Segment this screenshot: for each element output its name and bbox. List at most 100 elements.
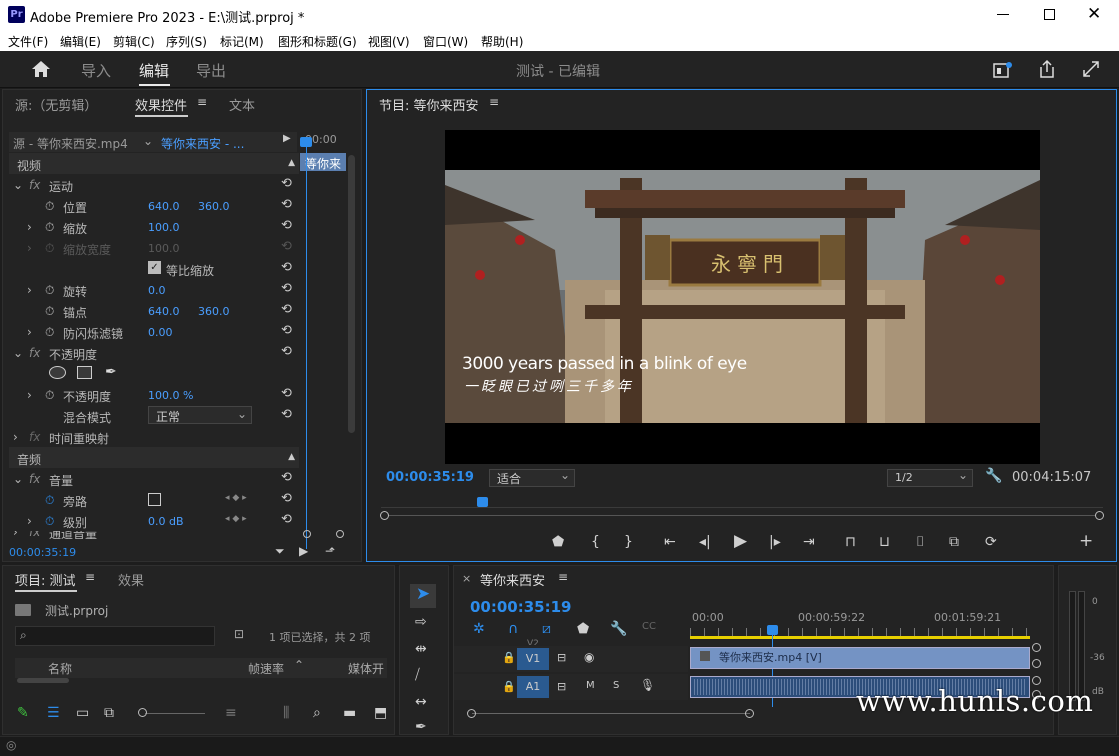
menu-window[interactable]: 窗口(W) [423,33,468,50]
sort-ascending-icon[interactable]: ⌃ [294,658,304,672]
column-fps[interactable]: 帧速率 [248,660,284,677]
zoom-handle-right[interactable] [336,530,344,538]
minimize-icon[interactable] [997,14,1009,15]
scrub-start-handle[interactable] [380,511,389,520]
extract-icon[interactable]: ⊔ [879,534,890,550]
tab-source[interactable]: 源:（无剪辑） [15,95,97,114]
tab-text[interactable]: 文本 [229,95,255,114]
timeline-horizontal-scrollbar[interactable] [472,713,750,714]
tab-project[interactable]: 项目: 测试 [15,570,76,589]
close-icon[interactable]: ✕ [1087,4,1101,24]
quick-export-icon[interactable] [993,61,1013,79]
panel-menu-icon[interactable]: ≡ [558,570,568,584]
solo-button[interactable]: S [613,680,619,691]
program-monitor-title[interactable]: 节目: 等你来西安 [379,95,479,114]
effect-volume[interactable]: ⌄ fx 音量 ⟲ [13,468,298,489]
program-playhead[interactable] [477,497,489,507]
tab-edit[interactable]: 编辑 [139,60,169,81]
scroll-handle-left[interactable] [467,709,476,718]
scrollbar[interactable] [348,155,355,433]
scrub-end-handle[interactable] [1095,511,1104,520]
maximize-icon[interactable] [1044,9,1055,20]
new-bin-from-search-icon[interactable]: ⊡ [234,627,244,641]
mini-playhead-head[interactable] [300,137,312,147]
panel-menu-icon[interactable]: ≡ [85,570,95,584]
comparison-view-icon[interactable]: ⧉ [949,534,959,550]
ripple-edit-tool-icon[interactable]: ⇹ [415,641,427,657]
horizontal-scrollbar[interactable] [17,678,69,683]
bypass-checkbox[interactable] [148,493,161,506]
menu-file[interactable]: 文件(F) [8,33,48,50]
zoom-slider[interactable] [145,713,205,714]
captions-icon[interactable]: CC [642,621,656,632]
mark-out-icon[interactable]: } [624,534,633,550]
mark-in-icon[interactable]: { [591,534,600,550]
lift-icon[interactable]: ⊓ [845,534,856,550]
menu-marker[interactable]: 标记(M) [220,33,264,50]
add-button-icon[interactable]: + [1079,531,1093,551]
program-scrub-bar[interactable] [381,515,1103,516]
nest-icon[interactable]: ✲ [473,621,485,637]
new-bin-icon[interactable]: ▬ [343,705,356,721]
panel-menu-icon[interactable]: ≡ [489,95,499,109]
close-sequence-icon[interactable]: × [462,572,471,585]
effect-time-remap[interactable]: › fx 时间重映射 [13,426,298,447]
add-marker-icon[interactable]: ⬟ [577,621,589,637]
tab-export[interactable]: 导出 [196,60,226,81]
effect-motion[interactable]: ⌄ fx 运动 ⟲ [13,174,298,195]
add-marker-icon[interactable]: ⬟ [552,534,564,550]
share-icon[interactable] [1038,59,1056,79]
mute-button[interactable]: M [586,680,595,691]
list-view-icon[interactable]: ☰ [47,705,60,721]
camera-icon[interactable]: ⌷ [916,534,924,550]
settings-wrench-icon[interactable]: 🔧 [985,468,1002,484]
play-arrow-icon[interactable]: ▶ [283,133,291,144]
pen-mask-icon[interactable]: ✒ [105,364,117,380]
home-icon[interactable] [31,60,51,78]
automate-icon[interactable]: ⫼ [283,705,289,721]
icon-view-icon[interactable]: ▭ [76,705,89,721]
track-target-a1[interactable]: A1 [517,676,549,698]
toggle-sync-lock-icon[interactable]: ⊟ [557,651,566,664]
tab-effect-controls[interactable]: 效果控件 [135,95,187,114]
track-end-handle[interactable] [1032,643,1041,652]
pencil-icon[interactable]: ✎ [17,705,29,721]
new-item-icon[interactable]: ⬒ [374,705,387,721]
menu-sequence[interactable]: 序列(S) [166,33,207,50]
track-target-v1[interactable]: V1 [517,648,549,670]
export-frame-icon[interactable]: ⬏ [325,544,335,558]
eye-icon[interactable]: ◉ [584,650,594,664]
panel-menu-icon[interactable]: ≡ [197,95,207,109]
zoom-handle-left[interactable] [303,530,311,538]
microphone-icon[interactable]: 🎙 [640,678,655,692]
linked-selection-icon[interactable]: ⧄ [542,621,551,637]
column-media[interactable]: 媒体开 [348,660,384,677]
razor-tool-icon[interactable]: ⧸ [415,667,420,683]
find-icon[interactable]: ⌕ [313,705,321,721]
snap-icon[interactable]: ∩ [508,621,518,637]
effect-opacity[interactable]: ⌄ fx 不透明度 ⟲ [13,342,298,363]
pen-tool-icon[interactable]: ✒ [415,719,427,735]
play-icon[interactable]: ▶ [734,531,747,551]
status-progress-icon[interactable]: ◎ [6,738,16,752]
uniform-scale-checkbox[interactable]: ✓ [148,261,161,274]
menu-graphics[interactable]: 图形和标题(G) [278,33,357,50]
program-timecode[interactable]: 00:00:35:19 [386,470,474,485]
step-forward-icon[interactable]: |▸ [769,534,781,550]
menu-help[interactable]: 帮助(H) [481,33,523,50]
timeline-settings-icon[interactable]: 🔧 [610,621,627,637]
video-frame[interactable]: 永寧門 3000 years passed in a blink of eye … [445,130,1040,464]
column-name[interactable]: 名称 [48,660,72,677]
slip-tool-icon[interactable]: ↔ [415,694,427,710]
freeform-view-icon[interactable]: ⧉ [104,705,114,721]
scroll-handle-right[interactable] [745,709,754,718]
play-audio-icon[interactable]: ▶ [299,544,308,558]
lock-icon[interactable]: 🔒 [502,680,516,693]
go-to-in-icon[interactable]: ⇤ [664,534,676,550]
filter-icon[interactable]: ⏷ [275,544,285,559]
selection-tool-icon[interactable]: ➤ [410,584,436,608]
sequence-clip-name[interactable]: 等你来西安 - ... [161,135,244,152]
rectangle-mask-icon[interactable] [77,366,92,379]
chevron-down-icon[interactable]: ⌄ [143,134,153,148]
track-select-tool-icon[interactable]: ⇨ [415,614,427,630]
